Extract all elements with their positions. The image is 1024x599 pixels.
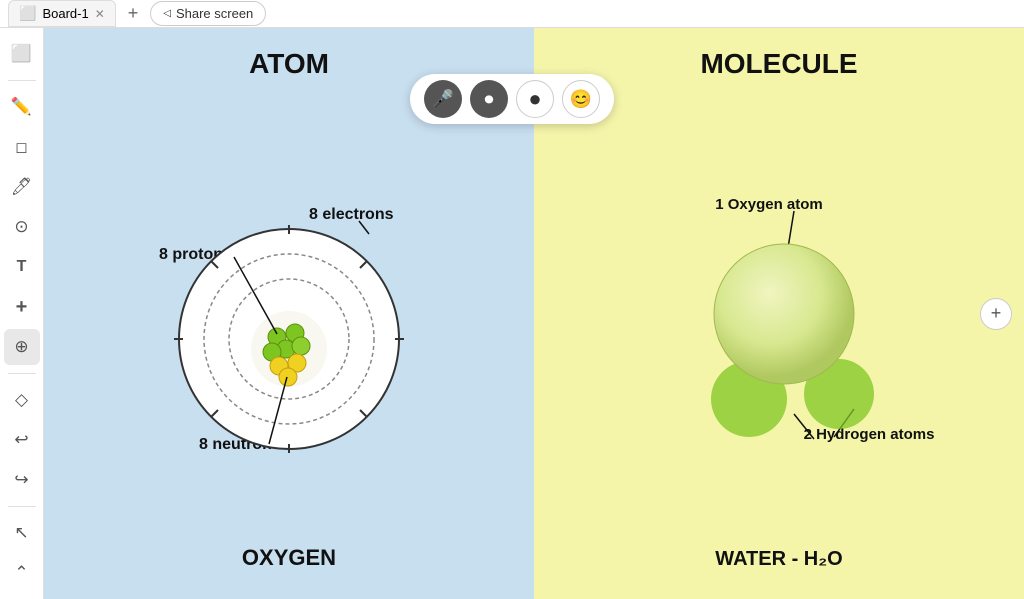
mic-button[interactable]: 🎤 — [424, 80, 462, 118]
sidebar-plus-icon[interactable]: + — [4, 289, 40, 325]
sidebar-board-icon[interactable]: ⬜ — [4, 36, 40, 72]
tab-close-icon[interactable]: ✕ — [95, 7, 105, 21]
add-tab-button[interactable]: + — [122, 3, 145, 24]
sidebar-redo-icon[interactable]: ↪ — [4, 462, 40, 498]
board-tab-icon: ⬜ — [19, 5, 36, 22]
sidebar-pencil-icon[interactable]: ✏️ — [4, 89, 40, 125]
sidebar-undo-icon[interactable]: ↩ — [4, 422, 40, 458]
media-controls-bar: 🎤 ⏺ ● 😊 — [410, 74, 614, 124]
sidebar-pen-icon[interactable]: 🖊 — [4, 169, 40, 205]
share-arrow-icon: ◁ — [163, 8, 171, 19]
sidebar-clear-icon[interactable]: ◇ — [4, 382, 40, 418]
sidebar-divider-1 — [8, 80, 36, 81]
sidebar-divider-2 — [8, 373, 36, 374]
sidebar-eraser-icon[interactable]: ◻ — [4, 129, 40, 165]
atom-diagram: 8 protons 8 electrons 8 neutrons — [139, 159, 439, 499]
hydrogen-atoms-label: 2 Hydrogen atoms — [804, 426, 935, 443]
sidebar-move-icon[interactable]: ⊕ — [4, 329, 40, 365]
main-area: 🎤 ⏺ ● 😊 ⬜ ✏️ ◻ 🖊 ⊙ T + ⊕ ◇ ↩ ↪ ↖ ⌃ ATOM — [0, 28, 1024, 599]
sidebar-pointer-icon[interactable]: ↖ — [4, 515, 40, 551]
share-screen-button[interactable]: ◁ Share screen — [150, 1, 266, 26]
sidebar-expand-icon[interactable]: ⌃ — [4, 555, 40, 591]
oxygen-atom-label: 1 Oxygen atom — [715, 196, 823, 213]
emoji-button[interactable]: 😊 — [562, 80, 600, 118]
board-tab-label: Board-1 — [42, 6, 88, 21]
top-bar: ⬜ Board-1 ✕ + ◁ Share screen — [0, 0, 1024, 28]
video-button[interactable]: ⏺ — [470, 80, 508, 118]
molecule-subtitle: WATER - H₂O — [715, 548, 842, 571]
dot-button[interactable]: ● — [516, 80, 554, 118]
sidebar-circle-icon[interactable]: ⊙ — [4, 209, 40, 245]
zoom-plus-button[interactable]: + — [980, 298, 1012, 330]
sidebar-text-icon[interactable]: T — [4, 249, 40, 285]
electrons-label: 8 electrons — [309, 206, 394, 223]
share-screen-label: Share screen — [176, 6, 253, 21]
board-tab[interactable]: ⬜ Board-1 ✕ — [8, 0, 116, 27]
molecule-title: MOLECULE — [700, 48, 857, 80]
molecule-diagram: 1 Oxygen atom 2 Hydrogen atoms — [619, 159, 939, 499]
sidebar: ⬜ ✏️ ◻ 🖊 ⊙ T + ⊕ ◇ ↩ ↪ ↖ ⌃ — [0, 28, 44, 599]
atom-title: ATOM — [249, 48, 329, 80]
atom-subtitle: OXYGEN — [242, 545, 336, 571]
sidebar-divider-3 — [8, 506, 36, 507]
